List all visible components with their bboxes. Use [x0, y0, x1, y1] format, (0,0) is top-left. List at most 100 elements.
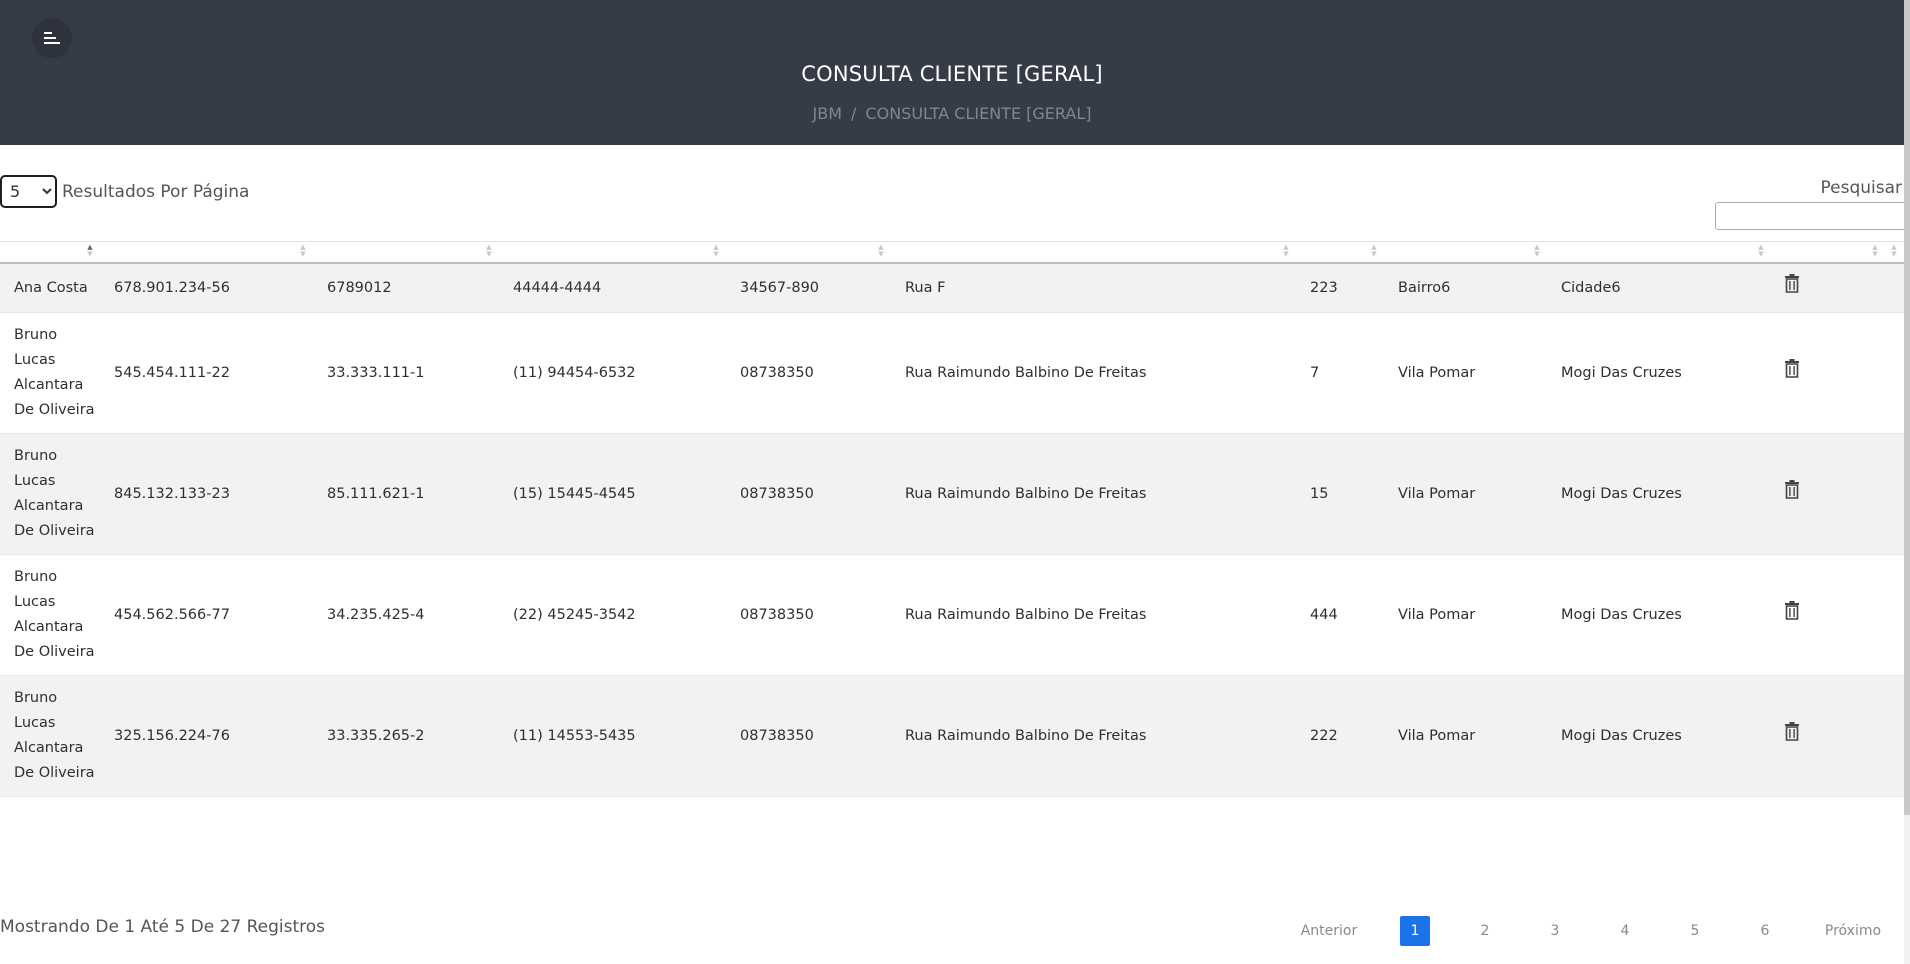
cell-telefone: (15) 15445-4545 — [499, 433, 726, 555]
trash-icon — [1785, 274, 1799, 293]
cell-cidade: Mogi Das Cruzes — [1547, 675, 1771, 797]
delete-button[interactable] — [1784, 274, 1800, 302]
table-row[interactable]: Ana Costa 678.901.234-56 6789012 44444-4444… — [0, 263, 1904, 313]
cell-cep: 08738350 — [726, 433, 891, 555]
pagination-previous[interactable]: Anterior — [1298, 916, 1360, 946]
cell-cep: 08738350 — [726, 554, 891, 676]
trash-icon — [1785, 480, 1799, 499]
results-per-page-select[interactable]: 5 — [0, 175, 57, 208]
cell-rg: 34.235.425-4 — [313, 554, 499, 676]
table-header-row: ▲ ▼ ▲ ▼ ▲ ▼ ▲ ▼ ▲ ▼ ▲ ▼ ▲ ▼ ▲ ▼ ▲ ▼ ▲ ▼ ▲ ▼ — [0, 241, 1904, 264]
delete-button[interactable] — [1784, 359, 1800, 387]
column-header[interactable]: ▲ ▼ — [1384, 241, 1547, 264]
pagination-page-2[interactable]: 2 — [1470, 916, 1500, 946]
trash-icon — [1785, 359, 1799, 378]
clients-table: ▲ ▼ ▲ ▼ ▲ ▼ ▲ ▼ ▲ ▼ ▲ ▼ ▲ ▼ ▲ ▼ ▲ ▼ ▲ ▼ ▲ ▼ Ana Costa 678.901.… — [0, 241, 1904, 797]
sort-icon[interactable]: ▲ ▼ — [485, 244, 493, 260]
table-row[interactable]: Bruno Lucas Alcantara De Oliveira 454.562… — [0, 554, 1904, 676]
pagination-page-4[interactable]: 4 — [1610, 916, 1640, 946]
cell-rg: 6789012 — [313, 263, 499, 313]
cell-cpf: 454.562.566-77 — [100, 554, 313, 676]
pagination-page-3[interactable]: 3 — [1540, 916, 1570, 946]
results-per-page-label: Resultados Por Página — [62, 182, 250, 202]
sort-icon[interactable]: ▲ ▼ — [877, 244, 885, 260]
cell-cidade: Cidade6 — [1547, 263, 1771, 313]
column-header[interactable]: ▲ ▼ — [891, 241, 1296, 264]
table-row[interactable]: Bruno Lucas Alcantara De Oliveira 845.132… — [0, 433, 1904, 555]
cell-nome: Bruno Lucas Alcantara De Oliveira — [0, 554, 100, 676]
column-header[interactable]: ▲ ▼ — [313, 241, 499, 264]
trash-icon — [1785, 601, 1799, 620]
sort-icon[interactable]: ▲ ▼ — [1757, 244, 1765, 260]
sort-icon[interactable]: ▲ ▼ — [86, 244, 94, 260]
vertical-scrollbar[interactable] — [1904, 0, 1910, 964]
column-header[interactable]: ▲ ▼ — [499, 241, 726, 264]
breadcrumb-current: CONSULTA CLIENTE [GERAL] — [865, 104, 1092, 123]
sort-icon[interactable]: ▲ ▼ — [299, 244, 307, 260]
cell-rg: 85.111.621-1 — [313, 433, 499, 555]
trash-icon — [1785, 722, 1799, 741]
cell-spacer — [1885, 554, 1904, 676]
menu-icon — [44, 32, 60, 44]
cell-cep: 08738350 — [726, 312, 891, 434]
cell-telefone: (11) 14553-5435 — [499, 675, 726, 797]
delete-button[interactable] — [1784, 601, 1800, 629]
cell-rua: Rua Raimundo Balbino De Freitas — [891, 675, 1296, 797]
search-input[interactable] — [1715, 202, 1910, 230]
cell-nome: Bruno Lucas Alcantara De Oliveira — [0, 433, 100, 555]
sort-icon[interactable]: ▲ ▼ — [1282, 244, 1290, 260]
cell-nome: Ana Costa — [0, 263, 100, 313]
cell-cidade: Mogi Das Cruzes — [1547, 554, 1771, 676]
cell-rg: 33.335.265-2 — [313, 675, 499, 797]
sort-icon[interactable]: ▲ ▼ — [1871, 244, 1879, 260]
cell-bairro: Vila Pomar — [1384, 312, 1547, 434]
pagination-next[interactable]: Próximo — [1818, 916, 1888, 946]
sort-icon[interactable]: ▲ ▼ — [1890, 244, 1898, 260]
cell-cpf: 845.132.133-23 — [100, 433, 313, 555]
scrollbar-thumb[interactable] — [1904, 0, 1910, 815]
sort-icon[interactable]: ▲ ▼ — [1533, 244, 1541, 260]
cell-actions — [1771, 312, 1885, 434]
column-header[interactable]: ▲ ▼ — [1885, 241, 1904, 264]
pagination-page-5[interactable]: 5 — [1680, 916, 1710, 946]
cell-spacer — [1885, 675, 1904, 797]
cell-numero: 222 — [1296, 675, 1384, 797]
cell-numero: 444 — [1296, 554, 1384, 676]
cell-bairro: Vila Pomar — [1384, 433, 1547, 555]
column-header[interactable]: ▲ ▼ — [1296, 241, 1384, 264]
cell-bairro: Bairro6 — [1384, 263, 1547, 313]
pagination: Anterior 1 2 3 4 5 6 Próximo — [0, 916, 1904, 946]
cell-actions — [1771, 675, 1885, 797]
cell-nome: Bruno Lucas Alcantara De Oliveira — [0, 312, 100, 434]
cell-cep: 08738350 — [726, 675, 891, 797]
table-row[interactable]: Bruno Lucas Alcantara De Oliveira 325.156… — [0, 675, 1904, 797]
delete-button[interactable] — [1784, 480, 1800, 508]
cell-bairro: Vila Pomar — [1384, 675, 1547, 797]
column-header[interactable]: ▲ ▼ — [1771, 241, 1885, 264]
cell-cpf: 678.901.234-56 — [100, 263, 313, 313]
menu-toggle-button[interactable] — [32, 18, 72, 58]
pagination-page-6[interactable]: 6 — [1750, 916, 1780, 946]
cell-rua: Rua Raimundo Balbino De Freitas — [891, 554, 1296, 676]
breadcrumb-home[interactable]: JBM — [813, 104, 843, 123]
sort-icon[interactable]: ▲ ▼ — [1370, 244, 1378, 260]
pagination-page-1[interactable]: 1 — [1400, 916, 1430, 946]
delete-button[interactable] — [1784, 722, 1800, 750]
cell-spacer — [1885, 433, 1904, 555]
cell-actions — [1771, 433, 1885, 555]
column-header[interactable]: ▲ ▼ — [0, 241, 100, 264]
cell-cidade: Mogi Das Cruzes — [1547, 312, 1771, 434]
cell-cep: 34567-890 — [726, 263, 891, 313]
column-header[interactable]: ▲ ▼ — [100, 241, 313, 264]
sort-icon[interactable]: ▲ ▼ — [712, 244, 720, 260]
cell-telefone: 44444-4444 — [499, 263, 726, 313]
page-title: CONSULTA CLIENTE [GERAL] — [801, 62, 1103, 86]
cell-rua: Rua Raimundo Balbino De Freitas — [891, 312, 1296, 434]
table-body: Ana Costa 678.901.234-56 6789012 44444-4444… — [0, 263, 1904, 797]
column-header[interactable]: ▲ ▼ — [1547, 241, 1771, 264]
table-row[interactable]: Bruno Lucas Alcantara De Oliveira 545.454… — [0, 312, 1904, 434]
column-header[interactable]: ▲ ▼ — [726, 241, 891, 264]
cell-numero: 223 — [1296, 263, 1384, 313]
cell-rua: Rua F — [891, 263, 1296, 313]
cell-rua: Rua Raimundo Balbino De Freitas — [891, 433, 1296, 555]
